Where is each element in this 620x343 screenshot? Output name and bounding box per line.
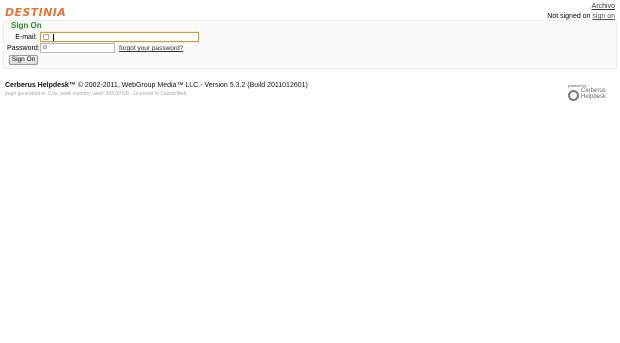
cerberus-powered-logo[interactable]: powered by Cerberus Helpdesk [566,84,614,104]
copyright-line: Cerberus Helpdesk™ © 2002-2011, WebGroup… [5,82,308,89]
password-label: Password: [7,45,40,52]
cerberus-logo-icon [568,90,579,101]
signin-status-text: Not signed on [547,13,591,20]
product-name: Cerberus Helpdesk™ [5,82,76,89]
signin-status: Not signed on sign on [547,13,615,20]
signon-title: Sign On [11,21,42,30]
password-field[interactable] [40,43,115,53]
text-cursor [53,34,54,41]
logo-line2: Helpdesk [581,94,607,100]
archivo-link[interactable]: Archivo [592,3,615,10]
page: DESTINIA Archivo Not signed on sign on S… [0,0,620,343]
contact-icon [43,34,49,40]
page-stats: page generated in: 0.0s; peak memory use… [5,91,187,97]
copyright-text: © 2002-2011, WebGroup Media™ LLC - Versi… [77,82,308,89]
forgot-password-link[interactable]: forgot your password? [119,45,183,52]
sign-on-button[interactable]: Sign On [9,55,38,65]
sign-on-link[interactable]: sign on [592,13,615,20]
email-field[interactable] [40,32,199,42]
email-label: E-mail: [15,34,37,41]
destinia-logo[interactable]: DESTINIA [5,6,66,19]
key-icon [43,45,47,49]
